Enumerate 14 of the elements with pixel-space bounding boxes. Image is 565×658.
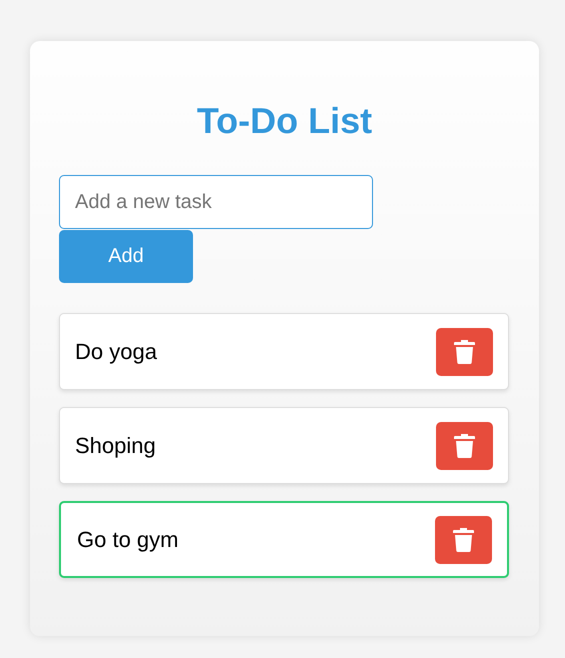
- trash-icon: [453, 528, 474, 552]
- trash-icon: [454, 434, 475, 458]
- trash-icon: [454, 340, 475, 364]
- delete-button[interactable]: [435, 516, 492, 564]
- task-text: Shoping: [75, 432, 156, 458]
- task-item[interactable]: Shoping: [59, 407, 509, 484]
- task-input[interactable]: Add a new task: [59, 175, 373, 229]
- task-text: Do yoga: [75, 338, 157, 364]
- delete-button[interactable]: [436, 422, 493, 470]
- task-item[interactable]: Do yoga: [59, 313, 509, 390]
- task-item[interactable]: Go to gym: [59, 501, 509, 578]
- task-text: Go to gym: [77, 526, 178, 552]
- app-title: To-Do List: [196, 99, 374, 143]
- delete-button[interactable]: [436, 328, 493, 376]
